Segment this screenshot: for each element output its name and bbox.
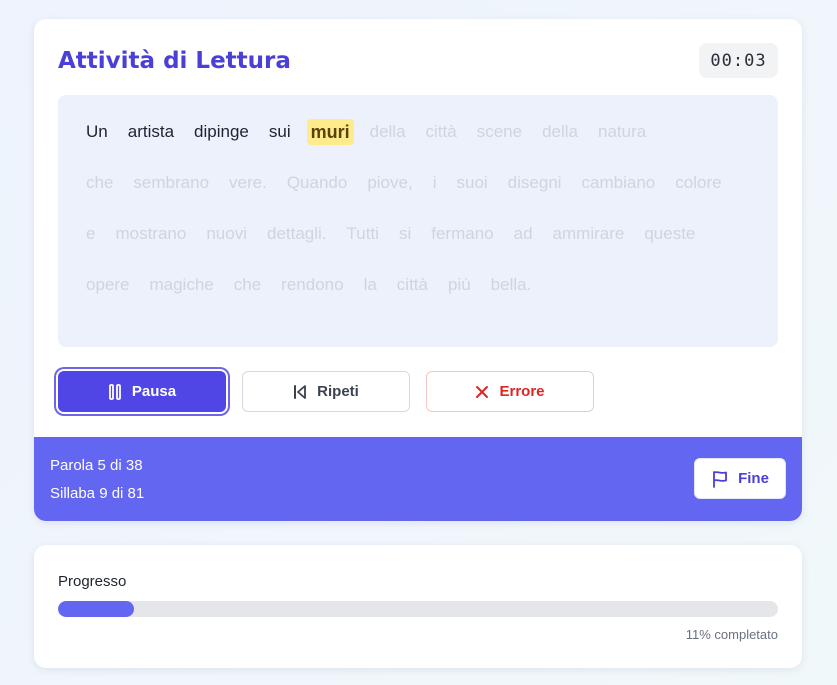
error-button-label: Errore bbox=[499, 383, 545, 400]
word: Tutti bbox=[346, 224, 379, 243]
progress-label: Progresso bbox=[58, 573, 127, 590]
pause-icon bbox=[108, 383, 121, 400]
syllable-progress: Sillaba 9 di 81 bbox=[50, 485, 145, 502]
word: fermano bbox=[431, 224, 494, 243]
text-line: e mostrano nuovi dettagli. Tutti si fermano ad a… bbox=[86, 221, 750, 272]
word: opere bbox=[86, 275, 130, 294]
word: che bbox=[86, 173, 114, 192]
word: artista bbox=[127, 122, 175, 141]
progress-percent: 11% completato bbox=[685, 627, 778, 642]
word: rendono bbox=[281, 275, 344, 294]
word: bella. bbox=[490, 275, 532, 294]
word: magiche bbox=[149, 275, 214, 294]
word: sembrano bbox=[133, 173, 210, 192]
pause-button[interactable]: Pausa bbox=[58, 371, 226, 412]
word: natura bbox=[598, 122, 647, 141]
pause-button-label: Pausa bbox=[131, 383, 177, 400]
word: dipinge bbox=[194, 122, 249, 141]
error-button[interactable]: Errore bbox=[426, 371, 594, 412]
word: nuovi bbox=[206, 224, 247, 243]
word: piove, bbox=[367, 173, 413, 192]
text-line: opere magiche che rendono la città più bella. bbox=[86, 272, 750, 323]
reading-card: Attività di Lettura 00:03 Un artista dipin… bbox=[34, 19, 802, 521]
repeat-button[interactable]: Ripeti bbox=[242, 371, 410, 412]
word: sui bbox=[268, 122, 291, 141]
finish-button-label: Fine bbox=[738, 470, 769, 487]
word: vere. bbox=[229, 173, 267, 192]
skip-back-icon bbox=[294, 384, 307, 399]
word: queste bbox=[644, 224, 696, 243]
text-line: che sembrano vere. Quando piove, i suoi disegni… bbox=[86, 170, 750, 221]
word: si bbox=[398, 224, 412, 243]
progress-bar bbox=[58, 601, 778, 617]
repeat-button-label: Ripeti bbox=[317, 383, 359, 400]
word: i bbox=[432, 173, 437, 192]
word: città bbox=[396, 275, 428, 294]
close-icon bbox=[476, 385, 489, 398]
progress-card: Progresso 11% completato bbox=[34, 545, 802, 668]
word: disegni bbox=[507, 173, 562, 192]
word: cambiano bbox=[581, 173, 656, 192]
current-word: muri bbox=[306, 119, 354, 145]
word: dettagli. bbox=[266, 224, 327, 243]
word: della bbox=[542, 122, 579, 141]
word: mostrano bbox=[115, 224, 187, 243]
word: colore bbox=[675, 173, 722, 192]
word-progress: Parola 5 di 38 bbox=[50, 457, 143, 474]
progress-fill bbox=[58, 601, 134, 617]
word: e bbox=[86, 224, 96, 243]
word: la bbox=[363, 275, 377, 294]
word: ad bbox=[513, 224, 533, 243]
activity-title: Attività di Lettura bbox=[58, 48, 291, 74]
word: scene bbox=[476, 122, 523, 141]
reading-text-area: Un artista dipinge sui muri della città scene de… bbox=[58, 95, 778, 347]
finish-button[interactable]: Fine bbox=[694, 458, 786, 499]
word: più bbox=[447, 275, 471, 294]
word: Un bbox=[86, 122, 108, 141]
word: città bbox=[425, 122, 457, 141]
word: che bbox=[233, 275, 262, 294]
flag-icon bbox=[713, 470, 727, 488]
word: suoi bbox=[456, 173, 488, 192]
word: della bbox=[369, 122, 406, 141]
text-line: Un artista dipinge sui muri della città scene de… bbox=[86, 119, 750, 170]
timer: 00:03 bbox=[699, 43, 778, 78]
word: ammirare bbox=[552, 224, 625, 243]
status-bar: Parola 5 di 38 Sillaba 9 di 81 Fine bbox=[34, 437, 802, 521]
word: Quando bbox=[286, 173, 348, 192]
